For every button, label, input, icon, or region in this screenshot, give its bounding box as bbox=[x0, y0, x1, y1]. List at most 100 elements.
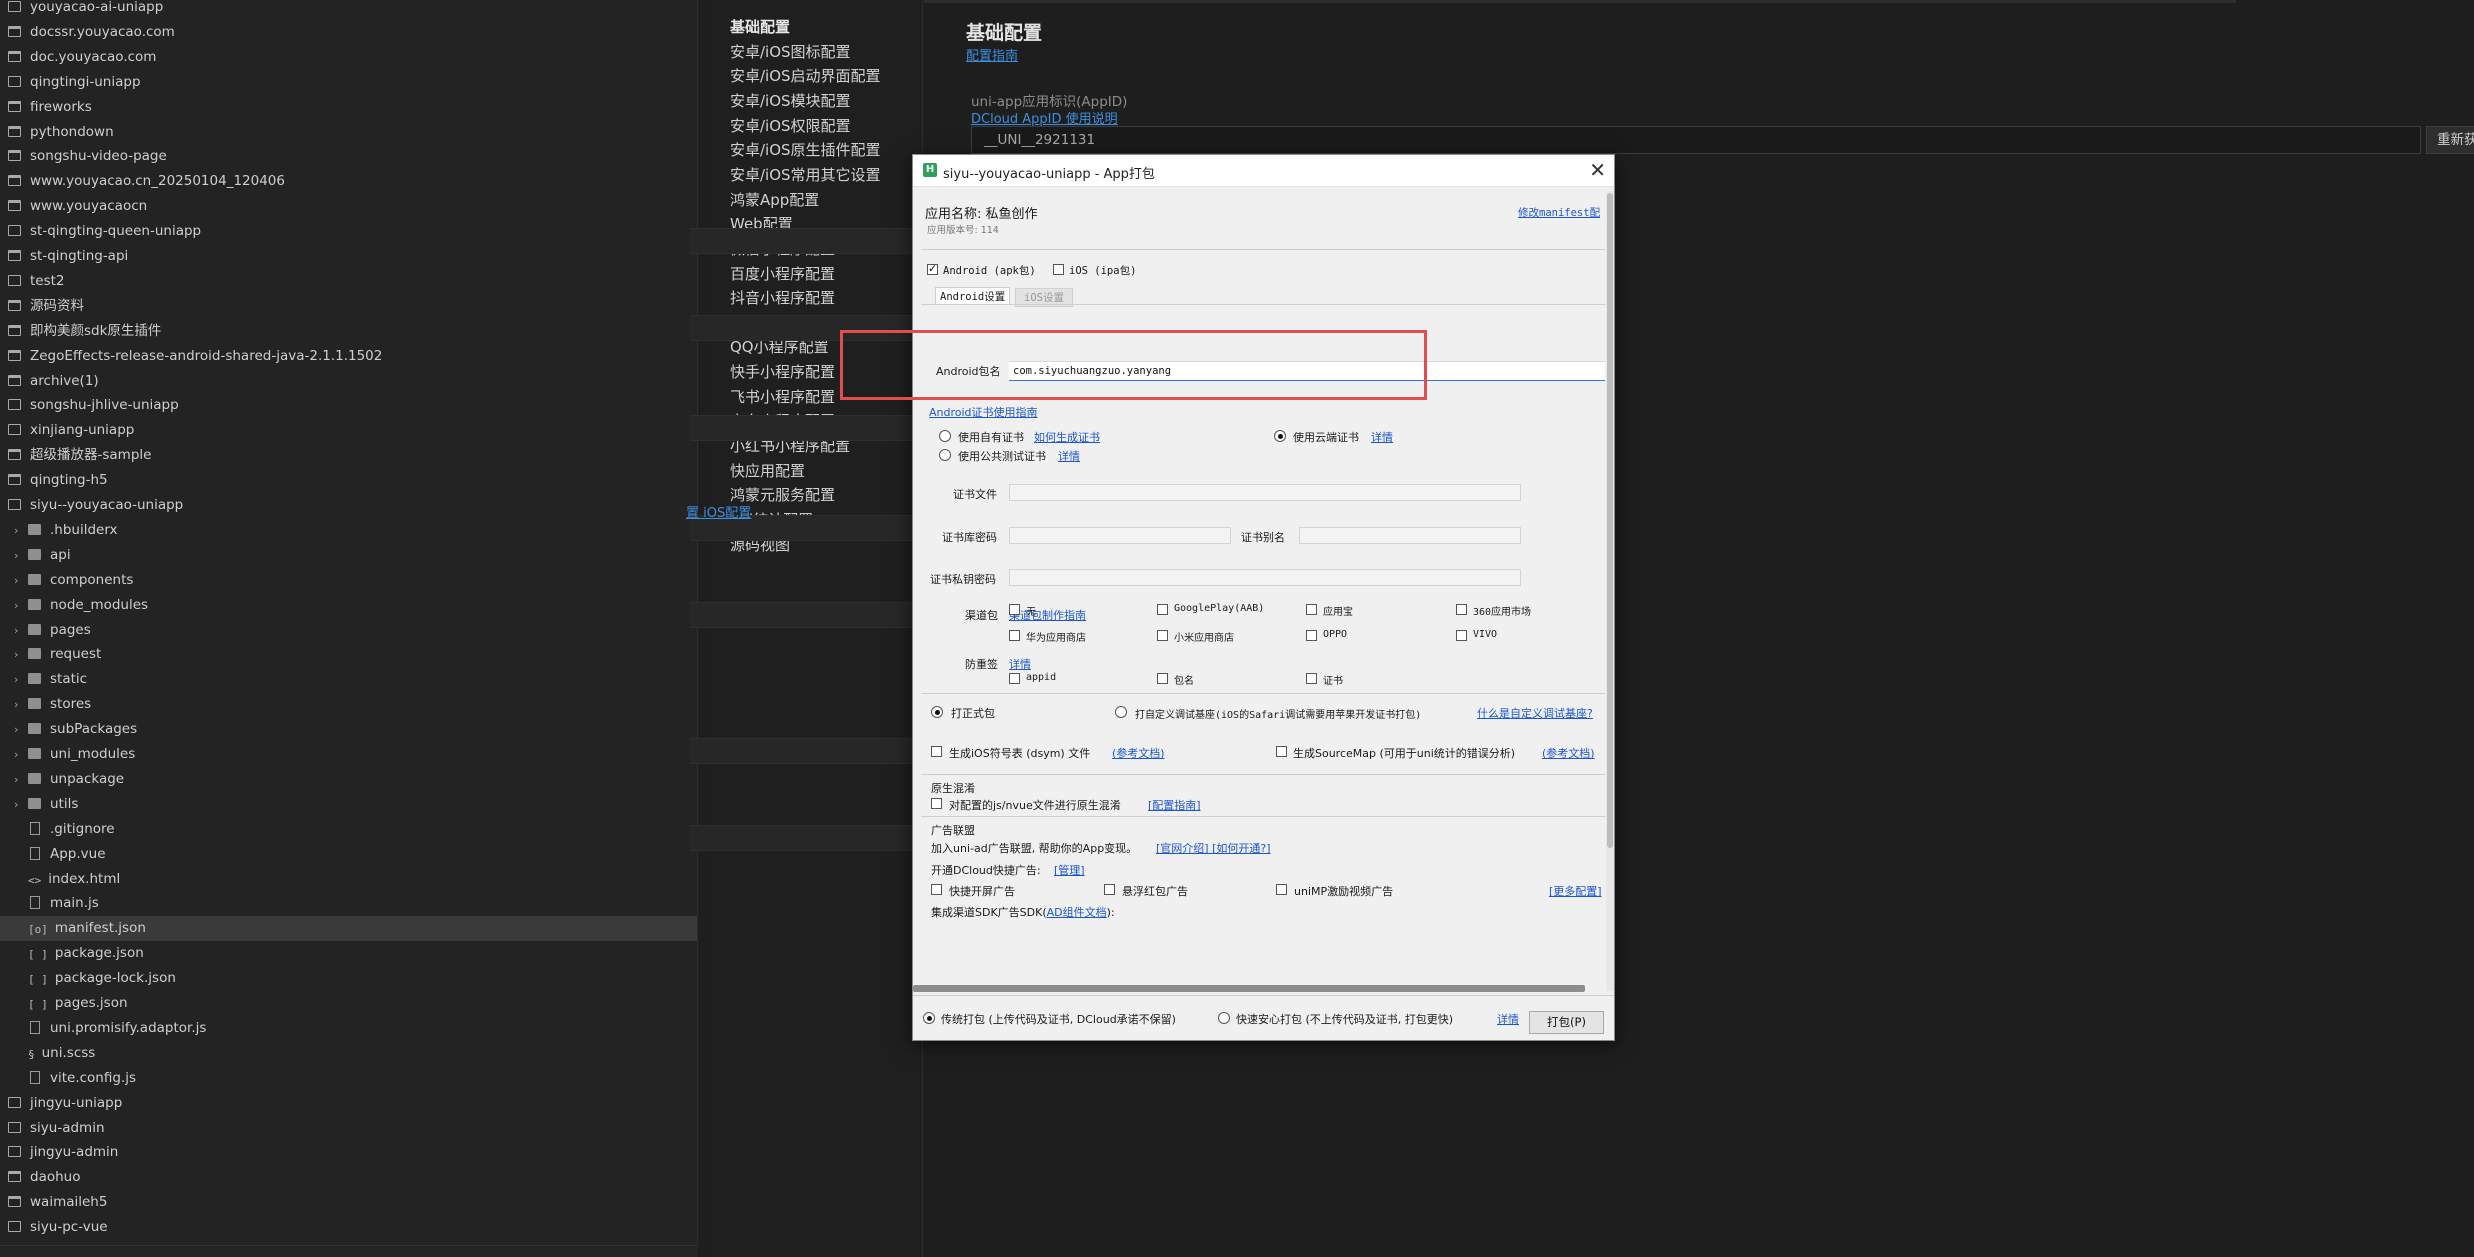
chevron-right-icon[interactable]: › bbox=[14, 619, 28, 644]
sourcemap-checkbox[interactable] bbox=[1276, 746, 1287, 757]
tree-item[interactable]: jingyu-uniapp bbox=[0, 1091, 697, 1116]
tree-item[interactable]: siyu-pc-vue bbox=[0, 1215, 697, 1240]
ad-more-config-link[interactable]: [更多配置] bbox=[1549, 883, 1602, 899]
edit-manifest-link[interactable]: 修改manifest配 bbox=[1518, 205, 1600, 220]
tree-item[interactable]: .gitignore bbox=[0, 817, 697, 842]
native-obfuscation-link[interactable]: [配置指南] bbox=[1148, 797, 1201, 813]
public-cert-link[interactable]: 详情 bbox=[1058, 448, 1080, 464]
tree-item[interactable]: qingtingi-uniapp bbox=[0, 70, 697, 95]
nav-item[interactable]: 安卓/iOS图标配置 bbox=[730, 41, 851, 62]
tree-item[interactable]: st-qingting-api bbox=[0, 244, 697, 269]
android-apk-checkbox[interactable] bbox=[927, 262, 938, 275]
tree-item[interactable]: 即构美颜sdk原生插件 bbox=[0, 319, 697, 344]
tree-item[interactable]: main.js bbox=[0, 891, 697, 916]
nav-item[interactable]: 安卓/iOS常用其它设置 bbox=[730, 164, 881, 185]
tree-item[interactable]: archive(1) bbox=[0, 369, 697, 394]
nav-item[interactable]: 安卓/iOS原生插件配置 bbox=[730, 139, 881, 160]
custom-base-link[interactable]: 什么是自定义调试基座? bbox=[1477, 705, 1593, 721]
tree-item[interactable]: daohuo bbox=[0, 1165, 697, 1190]
chevron-right-icon[interactable]: › bbox=[14, 793, 28, 818]
tree-item[interactable]: › static bbox=[0, 667, 697, 693]
appid-field[interactable]: __UNI__2921131 bbox=[971, 126, 2421, 154]
tree-item[interactable]: › components bbox=[0, 568, 697, 594]
ad-sdk-doc-link[interactable]: AD组件文档 bbox=[1047, 906, 1107, 919]
tree-item[interactable]: jingyu-admin bbox=[0, 1140, 697, 1165]
chevron-right-icon[interactable]: › bbox=[14, 569, 28, 594]
chevron-right-icon[interactable]: › bbox=[14, 544, 28, 569]
tree-item[interactable]: 超级播放器-sample bbox=[0, 443, 697, 468]
nav-item[interactable]: 快手小程序配置 bbox=[730, 361, 835, 382]
ad-video-checkbox[interactable] bbox=[1276, 884, 1287, 895]
custom-base-radio[interactable] bbox=[1115, 706, 1127, 718]
close-icon[interactable]: ✕ bbox=[1589, 158, 1606, 182]
channel-checkbox[interactable] bbox=[1157, 630, 1168, 641]
editor-ios-config-link[interactable]: 置 iOS配置 bbox=[686, 502, 751, 521]
own-cert-radio[interactable] bbox=[939, 430, 951, 442]
tree-item[interactable]: › subPackages bbox=[0, 717, 697, 743]
cloud-cert-radio[interactable] bbox=[1274, 430, 1286, 442]
native-obfuscation-checkbox[interactable] bbox=[931, 798, 942, 809]
channel-checkbox[interactable] bbox=[1456, 630, 1467, 641]
appid-help-link[interactable]: DCloud AppID 使用说明 bbox=[971, 108, 1118, 127]
tree-item[interactable]: fireworks bbox=[0, 95, 697, 120]
anti-resign-link[interactable]: 详情 bbox=[1009, 656, 1031, 672]
channel-checkbox[interactable] bbox=[1157, 604, 1168, 615]
cert-password-field[interactable] bbox=[1009, 527, 1231, 544]
channel-checkbox[interactable] bbox=[1456, 604, 1467, 615]
tree-item[interactable]: [ ] package-lock.json bbox=[0, 966, 697, 991]
channel-checkbox[interactable] bbox=[1306, 630, 1317, 641]
dialog-scrollbar-thumb[interactable] bbox=[1607, 193, 1613, 848]
tree-item[interactable]: docssr.youyacao.com bbox=[0, 20, 697, 45]
chevron-right-icon[interactable]: › bbox=[14, 519, 28, 544]
ad-manage-link[interactable]: [管理] bbox=[1054, 862, 1085, 878]
tree-item[interactable]: › stores bbox=[0, 692, 697, 718]
tree-item[interactable]: › request bbox=[0, 642, 697, 668]
nav-item[interactable]: 基础配置 bbox=[730, 16, 790, 37]
ios-ipa-checkbox[interactable] bbox=[1053, 264, 1064, 275]
nav-item[interactable]: 鸿蒙App配置 bbox=[730, 189, 819, 210]
cloud-cert-link[interactable]: 详情 bbox=[1371, 429, 1393, 445]
sourcemap-doc-link[interactable]: (参考文档) bbox=[1542, 745, 1595, 761]
tree-item[interactable]: <> index.html bbox=[0, 867, 697, 892]
tab-android-settings[interactable]: Android设置 bbox=[935, 287, 1011, 305]
tree-item[interactable]: › uni_modules bbox=[0, 742, 697, 768]
own-cert-link[interactable]: 如何生成证书 bbox=[1034, 429, 1100, 445]
fast-safe-pack-radio[interactable] bbox=[1218, 1012, 1230, 1024]
tree-item[interactable]: § uni.scss bbox=[0, 1041, 697, 1066]
nav-item[interactable]: 安卓/iOS启动界面配置 bbox=[730, 65, 881, 86]
anti-resign-checkbox[interactable] bbox=[1009, 673, 1020, 684]
nav-item[interactable]: 安卓/iOS模块配置 bbox=[730, 90, 851, 111]
chevron-right-icon[interactable]: › bbox=[14, 743, 28, 768]
refresh-appid-button[interactable]: 重新获 bbox=[2426, 126, 2474, 154]
chevron-right-icon[interactable]: › bbox=[14, 643, 28, 668]
traditional-pack-radio[interactable] bbox=[923, 1012, 935, 1024]
tree-item[interactable]: www.youyacaocn bbox=[0, 194, 697, 219]
tree-item[interactable]: vite.config.js bbox=[0, 1066, 697, 1091]
tree-item[interactable]: test2 bbox=[0, 269, 697, 294]
formal-package-radio[interactable] bbox=[931, 706, 943, 718]
chevron-right-icon[interactable]: › bbox=[14, 668, 28, 693]
tree-item[interactable]: › utils bbox=[0, 792, 697, 818]
nav-item[interactable]: 百度小程序配置 bbox=[730, 263, 835, 284]
ad-join-links[interactable]: [官网介绍] [如何开通?] bbox=[1156, 840, 1271, 856]
dsym-doc-link[interactable]: (参考文档) bbox=[1112, 745, 1165, 761]
tree-item[interactable]: 源码资料 bbox=[0, 294, 697, 319]
chevron-right-icon[interactable]: › bbox=[14, 718, 28, 743]
tree-item[interactable]: uni.promisify.adaptor.js bbox=[0, 1016, 697, 1041]
tree-item[interactable]: › .hbuilderx bbox=[0, 518, 697, 544]
tree-item[interactable]: qingting-h5 bbox=[0, 468, 697, 493]
pack-mode-detail-link[interactable]: 详情 bbox=[1497, 1011, 1519, 1027]
tree-item[interactable]: siyu--youyacao-uniapp bbox=[0, 493, 697, 518]
tree-item[interactable]: ZegoEffects-release-android-shared-java-… bbox=[0, 344, 697, 369]
tree-item[interactable]: doc.youyacao.com bbox=[0, 45, 697, 70]
cert-alias-field[interactable] bbox=[1299, 527, 1521, 544]
tree-item[interactable]: songshu-jhlive-uniapp bbox=[0, 393, 697, 418]
nav-item[interactable]: 抖音小程序配置 bbox=[730, 287, 835, 308]
ad-splash-checkbox[interactable] bbox=[931, 884, 942, 895]
channel-checkbox[interactable] bbox=[1009, 630, 1020, 641]
tree-item[interactable]: App.vue bbox=[0, 842, 697, 867]
chevron-right-icon[interactable]: › bbox=[14, 693, 28, 718]
tree-item[interactable]: [o] manifest.json bbox=[0, 916, 697, 942]
tree-item[interactable]: youyacao-ai-uniapp bbox=[0, 0, 697, 20]
channel-checkbox[interactable] bbox=[1009, 604, 1020, 615]
